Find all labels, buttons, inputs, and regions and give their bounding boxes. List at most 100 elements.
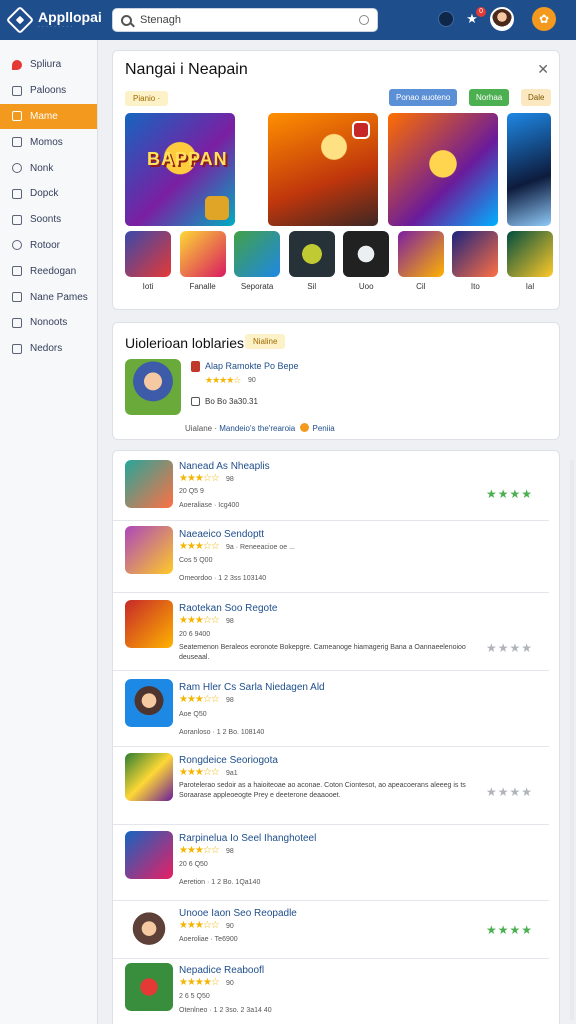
rating-value: 90	[248, 377, 256, 384]
sidebar-item-label: Nonk	[30, 162, 54, 174]
sidebar-item-label: Nonoots	[30, 317, 68, 329]
home-icon	[12, 111, 22, 122]
sidebar-item-reedogan[interactable]: Reedogan	[0, 258, 97, 284]
scrollbar[interactable]	[570, 460, 574, 1020]
sidebar-item-spliura[interactable]: Spliura	[0, 52, 97, 78]
game-thumb-image	[288, 231, 335, 277]
featured-tag[interactable]: Pianio ·	[125, 91, 169, 106]
filter-button[interactable]: Dale	[521, 89, 552, 106]
sidebar-item-nane-pames[interactable]: Nane Pames	[0, 284, 97, 310]
star-rating: ★★★☆☆	[179, 920, 220, 931]
game-thumb[interactable]: Sil	[288, 231, 335, 291]
game-thumb[interactable]: Ito	[452, 231, 499, 291]
game-thumb[interactable]: Cil	[397, 231, 444, 291]
theme-toggle-icon[interactable]	[438, 11, 454, 27]
doc-icon	[12, 317, 22, 328]
calendar-icon	[191, 397, 200, 406]
list-item[interactable]: Raotekan Soo Regote ★★★☆☆ 98 20 6 9400 S…	[113, 593, 549, 671]
game-title[interactable]: Nepadice Reaboofl	[179, 965, 264, 976]
game-title[interactable]: Alap Ramokte Po Bepe	[205, 361, 299, 371]
coin-icon	[300, 423, 310, 432]
game-meta: Omeordoo · 1 2 3ss 103140	[179, 575, 267, 582]
game-thumb-image	[343, 231, 390, 277]
sidebar-item-label: Nane Pames	[30, 291, 88, 303]
game-thumb-label: Seporata	[240, 282, 274, 291]
game-thumb-image	[179, 231, 226, 277]
sidebar-item-dopck[interactable]: Dopck	[0, 181, 97, 207]
trail-rating: ★★★★	[485, 641, 533, 655]
badge-icon[interactable]: ✿	[532, 7, 556, 31]
game-title[interactable]: Rarpinelua Io Seel Ihanghoteel	[179, 833, 316, 844]
rating-value: 98	[226, 697, 234, 704]
sidebar-item-nedors[interactable]: Nedors	[0, 336, 97, 362]
game-title[interactable]: Ram Hler Cs Sarla Niedagen Ald	[179, 682, 325, 693]
search-input[interactable]	[140, 14, 359, 26]
search-clear-icon[interactable]	[359, 15, 369, 25]
sidebar-item-mame[interactable]: Mame	[0, 103, 97, 130]
game-thumb[interactable]: Uoo	[343, 231, 390, 291]
recent-tag[interactable]: Nialine	[245, 334, 286, 349]
footer-link[interactable]: Mandeio's the'rearoia	[219, 424, 295, 433]
close-icon[interactable]: ✕	[537, 61, 549, 78]
rating-value: 90	[226, 980, 234, 987]
game-image	[125, 753, 173, 801]
footer-suffix[interactable]: Peniia	[312, 424, 334, 433]
game-thumb-label: Sil	[307, 282, 317, 291]
sidebar-item-nonoots[interactable]: Nonoots	[0, 310, 97, 336]
sidebar-item-paloons[interactable]: Paloons	[0, 78, 97, 104]
game-thumb-label: Ial	[525, 282, 535, 291]
sidebar-item-rotoor[interactable]: Rotoor	[0, 233, 97, 259]
game-image	[125, 526, 173, 574]
game-subtext: 20 6 9400	[179, 631, 211, 638]
game-subtext: Cos 5 Q00	[179, 557, 213, 564]
game-title[interactable]: Nanead As Nheaplis	[179, 461, 270, 472]
notifications-icon[interactable]: ★ 0	[464, 7, 486, 27]
list-item[interactable]: Naeaeico Sendoptt ★★★☆☆ 9a · Reneeacioe …	[113, 521, 549, 593]
list-item[interactable]: Nanead As Nheaplis ★★★☆☆ 98 20 Q5 9 Aoer…	[113, 451, 549, 521]
game-thumb[interactable]: Fanalle	[179, 231, 226, 291]
featured-banner[interactable]	[507, 113, 551, 226]
game-thumb[interactable]: Ial	[506, 231, 553, 291]
game-image	[125, 963, 173, 1011]
list-item[interactable]: Rongdeice Seoriogota ★★★☆☆ 9a1 Paroteler…	[113, 747, 549, 825]
game-meta: Otenlneo · 1 2 3so. 2 3a14 40	[179, 1007, 272, 1014]
featured-banner[interactable]	[388, 113, 498, 226]
app-logo[interactable]: Appllopai · · · · · · · · ·	[0, 5, 104, 35]
list-item[interactable]: Ram Hler Cs Sarla Niedagen Ald ★★★☆☆ 98 …	[113, 671, 549, 747]
rating-value: 98	[226, 476, 234, 483]
folder-icon	[12, 343, 22, 354]
filter-button[interactable]: Ponao auoteno	[389, 89, 458, 106]
avatar[interactable]	[490, 7, 514, 31]
game-title[interactable]: Unooe Iaon Seo Reopadle	[179, 908, 297, 919]
sidebar-item-label: Momos	[30, 136, 63, 148]
list-item[interactable]: Rarpinelua Io Seel Ihanghoteel ★★★☆☆ 98 …	[113, 825, 549, 901]
game-thumb-label: Fanalle	[189, 282, 216, 291]
featured-banner[interactable]: BAPPAN	[125, 113, 235, 226]
game-meta: Aoeroliae · Te6900	[179, 936, 238, 943]
sidebar-item-label: Mame	[30, 110, 58, 122]
circle-icon	[12, 163, 22, 174]
sidebar-item-soonts[interactable]: Soonts	[0, 207, 97, 233]
game-thumb-label: Uoo	[358, 282, 374, 291]
game-image[interactable]	[125, 359, 181, 415]
game-description: Seatemenon Beraleos eoronote Bokepgre. C…	[179, 644, 466, 661]
trail-rating: ★★★★	[485, 487, 533, 501]
search-icon	[121, 14, 132, 26]
search-bar[interactable]	[112, 8, 378, 32]
game-title[interactable]: Naeaeico Sendoptt	[179, 529, 264, 540]
game-thumb[interactable]: Ioti	[125, 231, 171, 291]
trail-rating: ★★★★	[485, 923, 533, 937]
list-item[interactable]: Unooe Iaon Seo Reopadle ★★★☆☆ 90 Aoeroli…	[113, 901, 549, 959]
featured-banner[interactable]	[268, 113, 378, 226]
sidebar-item-nonk[interactable]: Nonk	[0, 155, 97, 181]
rating-value: 98	[226, 618, 234, 625]
sidebar-item-momos[interactable]: Momos	[0, 129, 97, 155]
game-title[interactable]: Rongdeice Seoriogota	[179, 755, 278, 766]
star-rating: ★★★☆☆	[179, 541, 220, 552]
game-subtext: 20 Q5 9	[179, 488, 204, 495]
game-title[interactable]: Raotekan Soo Regote	[179, 603, 277, 614]
flag-icon	[191, 361, 200, 372]
filter-button[interactable]: Norhaa	[469, 89, 510, 106]
game-thumb[interactable]: Seporata	[234, 231, 281, 291]
list-item[interactable]: Nepadice Reaboofl ★★★★☆ 90 2 6 5 Q50 Ote…	[113, 959, 549, 1024]
